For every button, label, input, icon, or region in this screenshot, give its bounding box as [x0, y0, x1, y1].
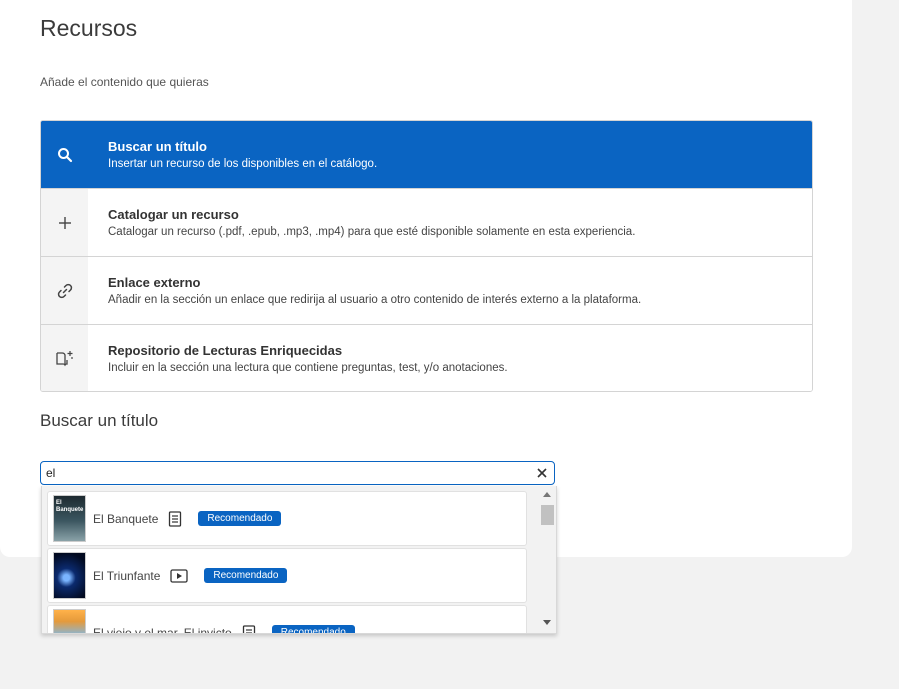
option-description: Insertar un recurso de los disponibles e…	[108, 158, 378, 170]
result-title: El Triunfante	[93, 568, 161, 583]
option-title: Enlace externo	[108, 275, 201, 290]
page-title: Recursos	[40, 15, 138, 41]
enriched-book-icon	[41, 325, 88, 391]
plus-icon	[41, 189, 88, 256]
clear-search-button[interactable]	[530, 462, 554, 484]
option-search-title[interactable]: Buscar un título Insertar un recurso de …	[41, 121, 812, 189]
link-icon	[41, 257, 88, 324]
document-icon	[168, 510, 182, 527]
result-title: El Banquete	[93, 511, 159, 526]
recommended-badge: Recomendado	[271, 625, 355, 633]
recommended-badge: Recomendado	[204, 568, 288, 583]
search-results-dropdown: El Banquete El Banquete Recomendado El T…	[41, 486, 557, 634]
option-external-link[interactable]: Enlace externo Añadir en la sección un e…	[41, 257, 812, 325]
option-enriched-readings[interactable]: Repositorio de Lecturas Enriquecidas Inc…	[41, 325, 812, 391]
option-description: Añadir en la sección un enlace que redir…	[108, 294, 642, 306]
result-item[interactable]: El Triunfante Recomendado	[47, 548, 527, 603]
scroll-thumb[interactable]	[541, 505, 554, 525]
option-description: Incluir en la sección una lectura que co…	[108, 361, 508, 374]
scroll-up-arrow-icon[interactable]	[542, 489, 552, 499]
search-section-title: Buscar un título	[40, 411, 159, 430]
search-input[interactable]	[41, 463, 530, 483]
page-subtitle: Añade el contenido que quieras	[40, 75, 209, 89]
result-item[interactable]: El Banquete El Banquete Recomendado	[47, 491, 527, 546]
scroll-down-arrow-icon[interactable]	[542, 617, 552, 627]
document-icon	[242, 624, 256, 633]
book-cover	[53, 609, 86, 633]
book-cover: El Banquete	[53, 495, 86, 542]
result-title: El viejo y el mar. El invicto	[93, 625, 232, 634]
recommended-badge: Recomendado	[198, 511, 282, 526]
option-title: Repositorio de Lecturas Enriquecidas	[108, 342, 343, 358]
book-cover	[53, 552, 86, 599]
results-scrollbar[interactable]	[538, 486, 556, 633]
close-icon	[537, 468, 547, 478]
search-box	[40, 461, 555, 485]
option-title: Catalogar un recurso	[108, 207, 239, 222]
cover-title: El Banquete	[56, 500, 84, 513]
option-description: Catalogar un recurso (.pdf, .epub, .mp3,…	[108, 226, 636, 238]
resource-options-list: Buscar un título Insertar un recurso de …	[40, 120, 813, 392]
option-catalog-resource[interactable]: Catalogar un recurso Catalogar un recurs…	[41, 189, 812, 257]
search-icon	[41, 121, 88, 188]
result-item[interactable]: El viejo y el mar. El invicto Recomendad…	[47, 605, 527, 634]
video-icon	[170, 568, 189, 583]
option-title: Buscar un título	[108, 139, 207, 154]
